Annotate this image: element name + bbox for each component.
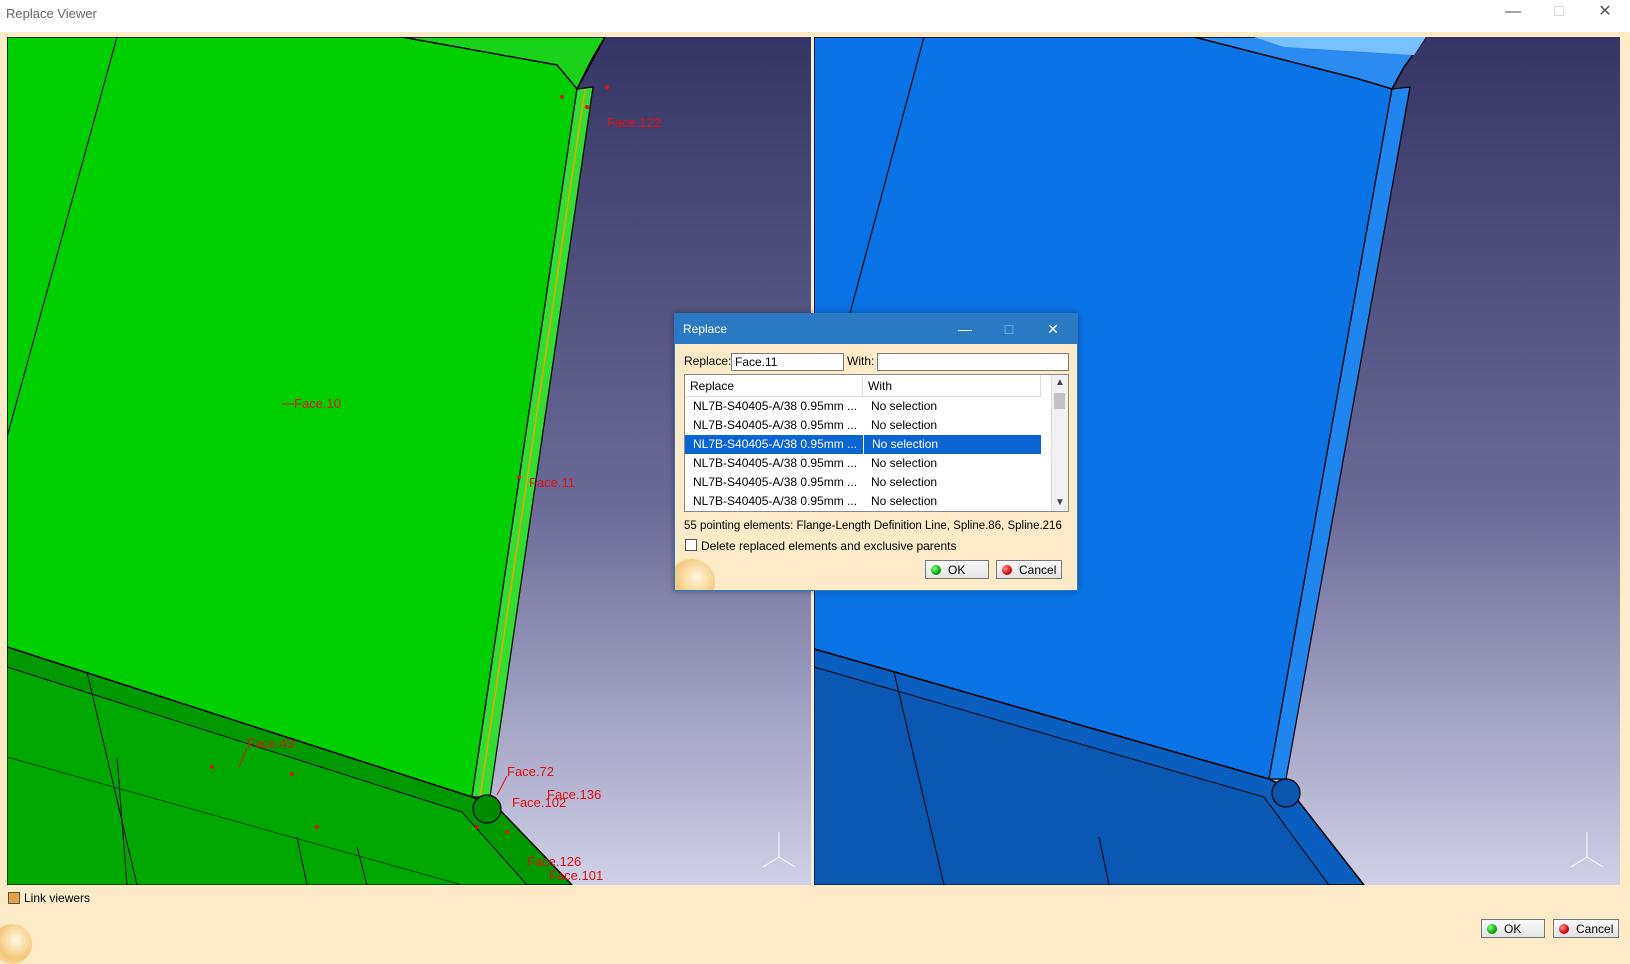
row-with-cell: No selection — [871, 418, 938, 432]
replace-list: Replace With NL7B-S40405-A/38 0.95mm ...… — [684, 374, 1069, 512]
with-label: With: — [847, 354, 875, 368]
list-item[interactable]: NL7B-S40405-A/38 0.95mm ... No selection — [685, 454, 1041, 473]
delete-replaced-checkbox[interactable] — [685, 539, 697, 551]
link-viewers-checkbox[interactable] — [8, 892, 20, 904]
scroll-down-icon[interactable]: ▼ — [1052, 495, 1068, 511]
list-item[interactable]: NL7B-S40405-A/38 0.95mm ... No selection — [685, 416, 1041, 435]
row-with-cell: No selection — [871, 494, 938, 508]
dialog-titlebar: Replace — □ ✕ — [675, 314, 1077, 344]
with-field[interactable] — [877, 353, 1069, 371]
viewer-ok-button[interactable]: OK — [1481, 919, 1545, 938]
label-face-72: Face.72 — [507, 764, 554, 779]
row-replace-cell: NL7B-S40405-A/38 0.95mm ... — [693, 418, 858, 432]
column-header-with[interactable]: With — [863, 375, 1041, 397]
dialog-logo-icon — [675, 559, 715, 590]
replace-dialog: Replace — □ ✕ Replace: Face.11 With: Rep… — [674, 313, 1078, 591]
row-with-cell: No selection — [871, 475, 938, 489]
cancel-icon — [1559, 924, 1569, 934]
list-item[interactable]: NL7B-S40405-A/38 0.95mm ... No selection — [685, 397, 1041, 416]
row-replace-cell: NL7B-S40405-A/38 0.95mm ... — [693, 475, 858, 489]
row-with-cell: No selection — [871, 456, 938, 470]
list-scrollbar[interactable]: ▲ ▼ — [1051, 375, 1068, 511]
row-with-cell: No selection — [871, 399, 938, 413]
dialog-minimize-icon[interactable]: — — [945, 318, 985, 340]
dialog-title: Replace — [683, 322, 728, 336]
bottom-panel: Link viewers OK Cancel — [0, 886, 1630, 964]
ok-icon — [1487, 924, 1497, 934]
row-replace-cell: NL7B-S40405-A/38 0.95mm ... — [693, 399, 858, 413]
maximize-icon[interactable]: □ — [1536, 0, 1582, 26]
app-logo-icon — [0, 924, 32, 964]
delete-replaced-label: Delete replaced elements and exclusive p… — [701, 539, 957, 553]
dialog-cancel-button[interactable]: Cancel — [996, 560, 1062, 579]
label-face-122: Face.122 — [607, 115, 661, 130]
pointing-elements-text: 55 pointing elements: Flange-Length Defi… — [684, 520, 1062, 532]
list-item-selected[interactable]: NL7B-S40405-A/38 0.95mm ... No selection — [685, 435, 1041, 454]
scroll-up-icon[interactable]: ▲ — [1052, 375, 1068, 391]
label-face-101: Face.101 — [549, 868, 603, 883]
label-face-126: Face.126 — [527, 854, 581, 869]
minimize-icon[interactable]: — — [1490, 0, 1536, 26]
window-title: Replace Viewer — [6, 6, 97, 21]
row-replace-cell: NL7B-S40405-A/38 0.95mm ... — [693, 456, 858, 470]
row-with-cell: No selection — [863, 435, 1041, 454]
column-header-replace[interactable]: Replace — [685, 375, 863, 397]
label-face-43: Face.43 — [247, 736, 294, 751]
replace-label: Replace: — [684, 354, 732, 368]
scroll-thumb[interactable] — [1054, 393, 1065, 409]
list-item[interactable]: NL7B-S40405-A/38 0.95mm ... No selection — [685, 473, 1041, 492]
link-viewers-label: Link viewers — [24, 891, 91, 905]
close-icon[interactable]: ✕ — [1582, 0, 1628, 26]
ok-icon — [931, 565, 941, 575]
label-face-10: Face.10 — [294, 396, 341, 411]
dialog-ok-button[interactable]: OK — [925, 560, 989, 579]
label-face-11: Face.11 — [529, 475, 575, 490]
window-titlebar: Replace Viewer — □ ✕ — [0, 0, 1630, 32]
row-replace-cell: NL7B-S40405-A/38 0.95mm ... — [693, 494, 858, 508]
list-item[interactable]: NL7B-S40405-A/38 0.95mm ... No selection — [685, 492, 1041, 511]
cancel-icon — [1002, 565, 1012, 575]
row-replace-cell: NL7B-S40405-A/38 0.95mm ... — [685, 435, 863, 454]
label-face-102: Face.102 — [512, 795, 566, 810]
dialog-close-icon[interactable]: ✕ — [1033, 318, 1073, 340]
replace-field[interactable]: Face.11 — [731, 353, 844, 371]
dialog-maximize-icon[interactable]: □ — [989, 318, 1029, 340]
viewer-cancel-button[interactable]: Cancel — [1553, 919, 1619, 938]
